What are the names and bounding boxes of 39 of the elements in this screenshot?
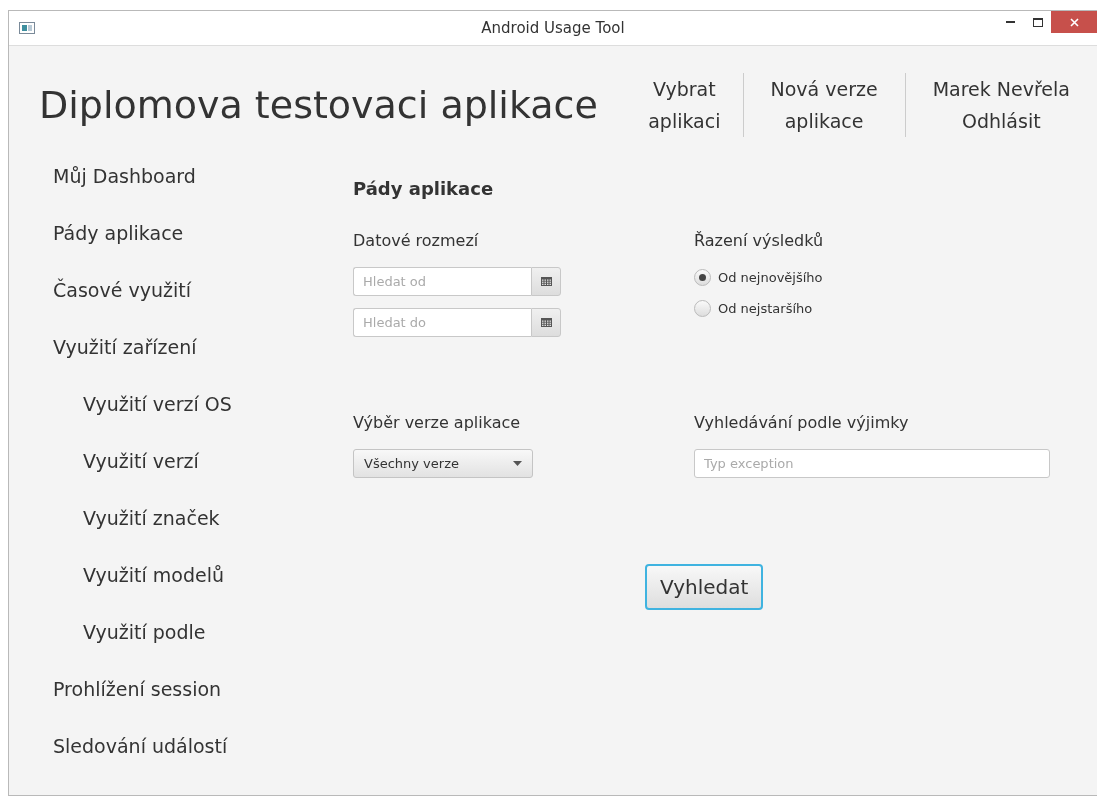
date-field[interactable]: Hledat do	[353, 308, 531, 337]
sidebar-item[interactable]: Využití podle	[39, 620, 206, 644]
sidebar-item[interactable]: Využití značek	[39, 506, 220, 530]
nav-link[interactable]: Vybrat aplikaci	[608, 73, 743, 137]
search-button[interactable]: Vyhledat	[645, 564, 764, 610]
calendar-icon	[540, 318, 552, 327]
calendar-button[interactable]	[531, 267, 561, 296]
radio-icon[interactable]	[694, 269, 711, 286]
version-dropdown[interactable]: Všechny verze	[353, 449, 533, 478]
field-label: Vyhledávání podle výjimky	[694, 413, 909, 432]
field-label: Výběr verze aplikace	[353, 413, 521, 432]
maximize-icon	[1032, 17, 1043, 27]
section-heading: Pády aplikace	[353, 178, 494, 199]
nav-link[interactable]: Marek Nevřela Odhlásit	[904, 73, 1097, 137]
radio-option[interactable]: Od nejstaršího	[694, 300, 813, 317]
date-field[interactable]: Hledat od	[353, 267, 531, 296]
field-label: Datové rozmezí	[353, 231, 479, 250]
exception-field[interactable]: Typ exception	[694, 449, 1050, 478]
sidebar-item[interactable]: Využití zařízení	[39, 335, 197, 359]
calendar-icon	[540, 277, 552, 286]
sidebar-item[interactable]: Sledování událostí	[39, 734, 228, 758]
nav-link[interactable]: Nová verze aplikace	[742, 73, 905, 137]
sidebar-item[interactable]: Prohlížení session	[39, 677, 222, 701]
app-icon	[19, 22, 35, 34]
minimize-icon	[1006, 21, 1015, 23]
radio-option[interactable]: Od nejnovějšího	[694, 269, 823, 286]
close-icon	[1069, 17, 1079, 27]
sidebar-item[interactable]: Využití modelů	[39, 563, 224, 587]
sidebar-item[interactable]: Můj Dashboard	[39, 164, 196, 188]
caret-icon	[513, 461, 522, 466]
sidebar-item[interactable]: Pády aplikace	[39, 221, 184, 245]
field-label: Řazení výsledků	[694, 231, 824, 250]
sidebar-item[interactable]: Časové využití	[39, 278, 191, 302]
sidebar-item[interactable]: Využití verzí OS	[39, 392, 232, 416]
radio-icon[interactable]	[694, 300, 711, 317]
app-title: Diplomova testovaci aplikace	[39, 83, 598, 127]
window-title: Android Usage Tool	[481, 19, 625, 37]
calendar-button[interactable]	[531, 308, 561, 337]
sidebar-item[interactable]: Využití verzí	[39, 449, 199, 473]
